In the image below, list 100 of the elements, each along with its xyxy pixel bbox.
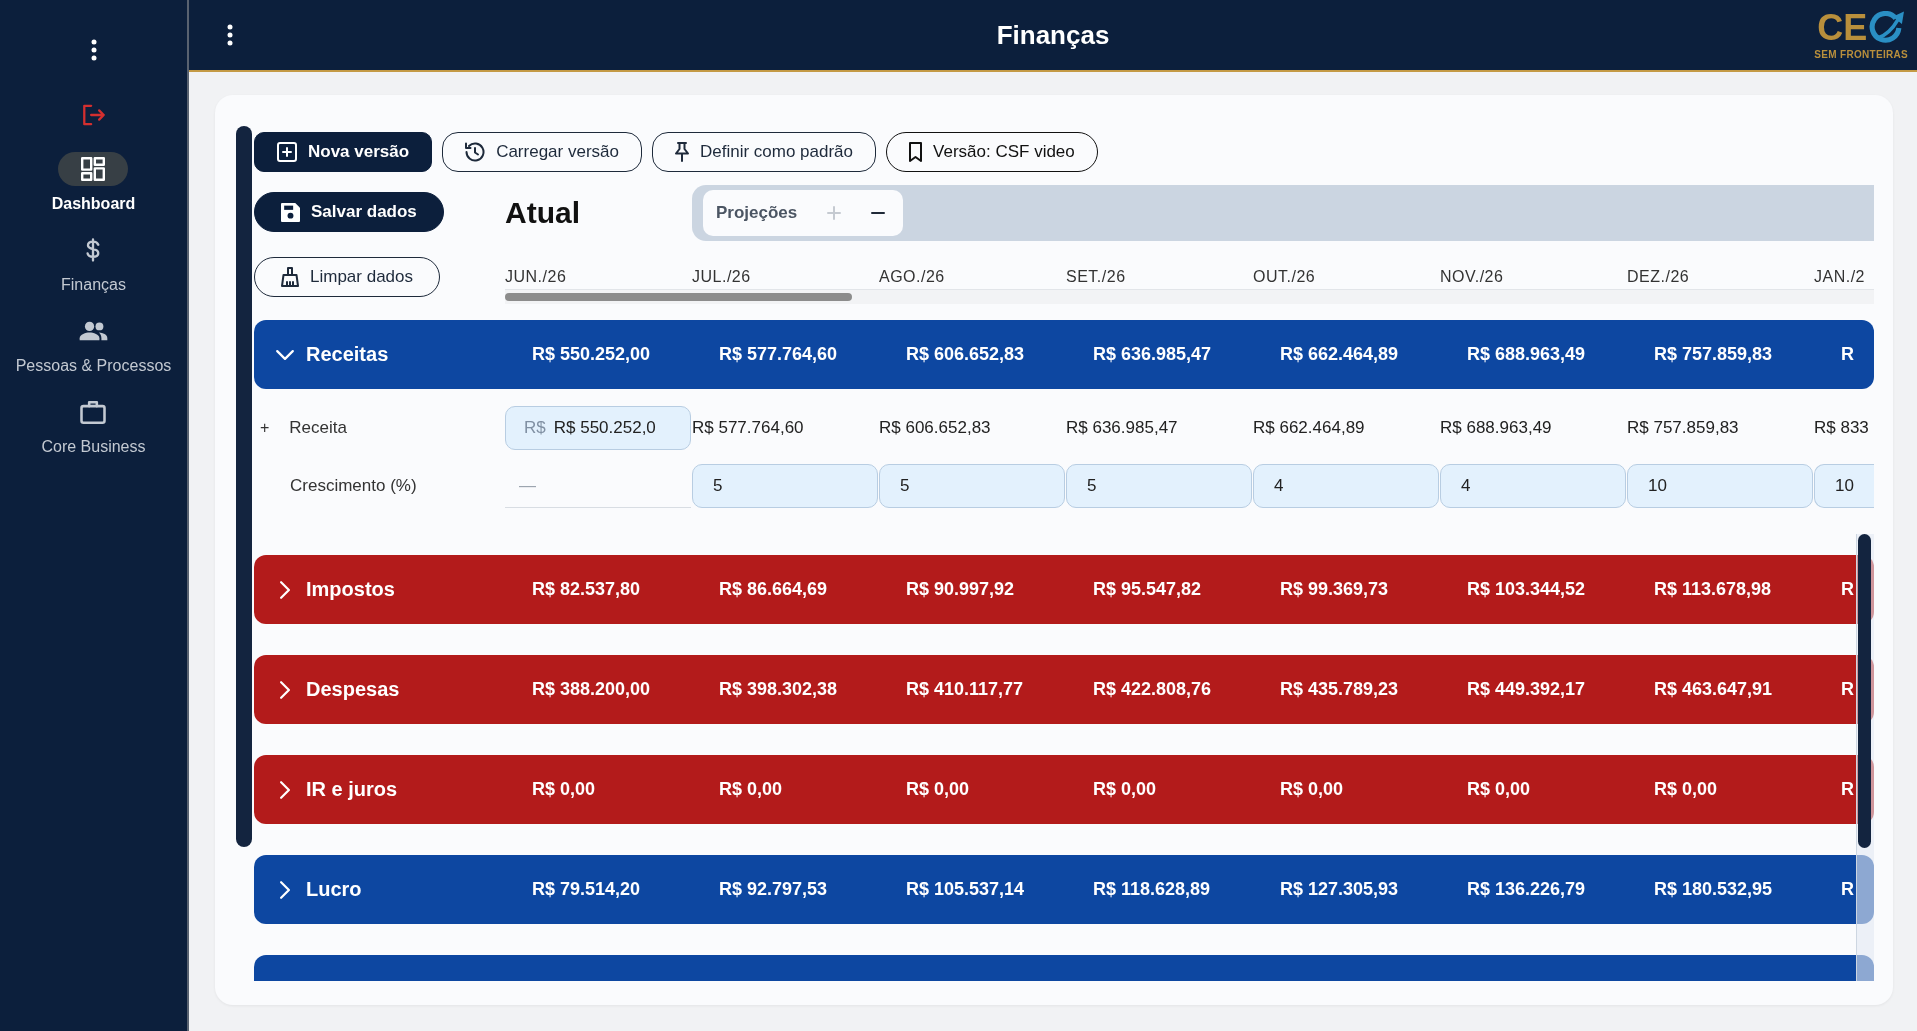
scrollbar-thumb[interactable] [505,293,852,301]
dashboard-grid-icon [58,152,129,186]
month-label: JAN./2 [1814,267,1865,287]
category-bar[interactable]: Impostos R$ 82.537,80 R$ 86.664,69 R$ 90.997,92 R$ 95.547,82 R$ 99.369,73 R$ 103.344,52 R$ 113.678,98 R [254,555,1874,624]
total-amount: R [1841,679,1854,700]
total-amount: R$ 0,00 [532,779,596,800]
category-bar[interactable]: Receitas R$ 550.252,00 R$ 577.764,60 R$ 606.652,83 R$ 636.985,47 R$ 662.464,89 R$ 688.963,49 R$ 757.859,83 R [254,320,1874,389]
month-label: DEZ./26 [1627,267,1690,287]
total-amount: R$ 606.652,83 [906,344,1025,365]
minus-icon [871,212,886,214]
amount-text: R$ 757.859,83 [1627,418,1739,438]
currency-field[interactable]: R$ R$ 550.252,0 [505,406,691,450]
total-amount: R [1841,344,1854,365]
total-amount: R$ 688.963,49 [1467,344,1586,365]
total-amount: R$ 636.985,47 [1093,344,1212,365]
ring-arrow-icon [1869,10,1906,45]
plus-toggle[interactable]: + [260,419,270,437]
total-amount: R$ 435.789,23 [1280,679,1399,700]
new-version-button[interactable]: Nova versão [254,132,433,172]
amount-text: R$ 606.652,83 [879,418,991,438]
nav-item[interactable]: Finanças [61,233,126,295]
total-amount: R$ 757.859,83 [1654,344,1773,365]
load-version-button[interactable]: Carregar versão [442,132,642,172]
number-field[interactable]: 10 [1814,464,1874,508]
total-amount: R$ 92.797,53 [719,879,828,900]
more-vertical-icon[interactable] [227,24,233,46]
more-vertical-icon[interactable] [90,39,97,61]
total-amount: R$ 422.808,76 [1093,679,1212,700]
nav-item[interactable]: Pessoas & Processos [15,314,172,376]
broom-icon [281,267,299,287]
number-field[interactable]: 4 [1440,464,1626,508]
category-title: Receitas [306,343,389,366]
amount-text: R$ 688.963,49 [1440,418,1552,438]
total-amount: R [1841,779,1854,800]
category-title: Lucro [306,878,362,901]
total-amount: R$ 0,00 [719,779,783,800]
number-field[interactable]: 5 [692,464,878,508]
category-bar[interactable]: Despesas R$ 388.200,00 R$ 398.302,38 R$ 410.117,77 R$ 422.808,76 R$ 435.789,23 R$ 449.392,17 R$ 463.647,91 R [254,655,1874,724]
total-amount: R [1841,579,1854,600]
total-amount: R$ 105.537,14 [906,879,1025,900]
amount-text: R$ 662.464,89 [1253,418,1365,438]
save-button[interactable]: Salvar dados [254,192,444,232]
total-amount: R$ 113.678,98 [1654,579,1772,600]
total-amount: R$ 0,00 [1467,779,1531,800]
month-label: AGO./26 [879,267,945,287]
scrollbar-thumb[interactable] [1858,534,1871,848]
chevron-down-icon[interactable] [276,349,294,360]
plus-square-icon [277,142,297,162]
total-amount: R$ 136.226,79 [1467,879,1586,900]
total-amount: R$ 79.514,20 [532,879,641,900]
total-amount: R$ 82.537,80 [532,579,641,600]
nav-item[interactable]: Dashboard [51,152,136,214]
row-label: Crescimento (%) [290,476,417,496]
category-bar[interactable]: Lucro R$ 79.514,20 R$ 92.797,53 R$ 105.537,14 R$ 118.628,89 R$ 127.305,93 R$ 136.226,79 R$ 180.532,95 R [254,855,1874,924]
amount-text: R$ 636.985,47 [1066,418,1178,438]
number-field[interactable]: 5 [879,464,1065,508]
chevron-right-icon[interactable] [280,680,290,699]
category-bar[interactable]: IR e juros R$ 0,00 R$ 0,00 R$ 0,00 R$ 0,00 R$ 0,00 R$ 0,00 R$ 0,00 R [254,755,1874,824]
total-amount: R$ 0,00 [906,779,970,800]
total-amount: R$ 398.302,38 [719,679,838,700]
logo-text: CE [1817,12,1868,43]
category-title: Impostos [306,578,395,601]
month-label: NOV./26 [1440,267,1504,287]
month-label: JUL./26 [692,267,751,287]
month-label: SET./26 [1066,267,1126,287]
amount-text: R$ 833 [1814,418,1869,438]
bookmark-icon [909,142,923,162]
total-amount: R$ 577.764,60 [719,344,838,365]
total-amount: R$ 662.464,89 [1280,344,1399,365]
dollar-icon [86,238,101,262]
number-field[interactable]: 5 [1066,464,1252,508]
scrollbar-thumb[interactable] [236,126,252,847]
view-title: Atual [505,196,580,230]
total-amount: R$ 90.997,92 [906,579,1015,600]
projections-label: Projeções [716,203,798,223]
total-amount: R$ 550.252,00 [532,344,651,365]
total-amount: R$ 0,00 [1654,779,1718,800]
total-amount: R$ 449.392,17 [1467,679,1586,700]
total-amount: R$ 388.200,00 [532,679,651,700]
chevron-right-icon[interactable] [280,580,290,599]
logout-icon[interactable] [81,104,106,126]
people-icon [79,319,108,343]
amount-text: R$ 577.764,60 [692,418,804,438]
page-title: Finanças [996,19,1110,51]
pin-icon [674,142,689,162]
briefcase-icon [80,400,107,424]
chevron-right-icon[interactable] [280,880,290,899]
total-amount: R$ 99.369,73 [1280,579,1389,600]
history-icon [465,142,486,162]
set-default-button[interactable]: Definir como padrão [651,132,877,172]
number-field[interactable]: 4 [1253,464,1439,508]
nav-item[interactable]: Core Business [41,395,146,457]
total-amount: R [1841,879,1854,900]
total-amount: R$ 463.647,91 [1654,679,1773,700]
category-title: IR e juros [306,778,398,801]
number-field[interactable]: 10 [1627,464,1813,508]
chevron-right-icon[interactable] [280,780,290,799]
currency-prefix: R$ [524,418,546,438]
total-amount: R$ 103.344,52 [1467,579,1586,600]
total-amount: R$ 0,00 [1280,779,1344,800]
